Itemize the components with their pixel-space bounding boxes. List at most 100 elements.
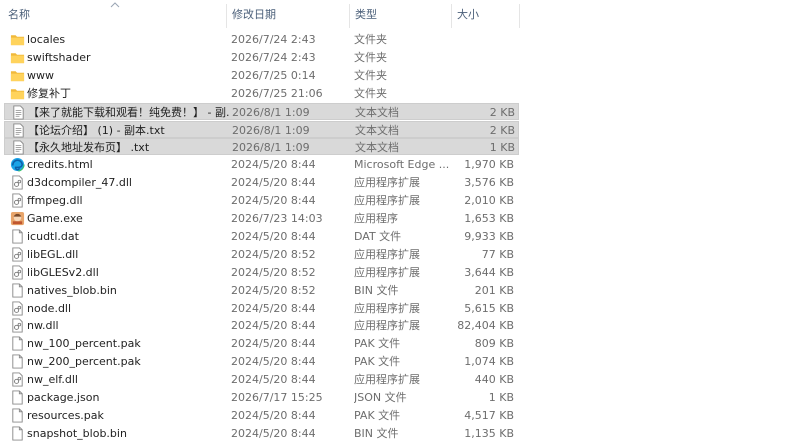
file-row[interactable]: resources.pak 2024/5/20 8:44 PAK 文件 4,517 K…: [4, 407, 519, 424]
file-size: 2 KB: [489, 105, 515, 119]
file-type: 应用程序扩展: [354, 247, 420, 261]
file-size: 82,404 KB: [457, 319, 514, 333]
file-type: Microsoft Edge ...: [354, 158, 450, 172]
column-divider[interactable]: [451, 4, 452, 28]
file-modified-date: 2024/5/20 8:52: [231, 247, 316, 261]
dll-file-icon: [10, 300, 25, 316]
file-modified-date: 2024/5/20 8:44: [231, 426, 316, 440]
file-name: natives_blob.bin: [27, 283, 117, 297]
file-type: DAT 文件: [354, 229, 402, 243]
file-modified-date: 2026/7/24 2:43: [231, 50, 316, 64]
file-row[interactable]: nw_200_percent.pak 2024/5/20 8:44 PAK 文件 1,…: [4, 353, 519, 370]
blank-file-icon: [10, 229, 25, 244]
blank-file-icon: [10, 426, 25, 441]
text-file-icon: [11, 105, 26, 120]
file-row[interactable]: Game.exe 2026/7/23 14:03 应用程序 1,653 KB: [4, 210, 519, 227]
dll-file-icon: [10, 247, 25, 262]
dll-file-icon: [10, 372, 25, 387]
file-modified-date: 2026/7/24 2:43: [231, 33, 316, 46]
file-size: 5,615 KB: [464, 301, 514, 315]
file-size: [453, 49, 514, 66]
file-name: icudtl.dat: [27, 229, 79, 243]
game-exe-icon: [10, 211, 25, 226]
file-size: [453, 67, 514, 84]
file-modified-date: 2024/5/20 8:44: [231, 319, 316, 333]
file-row[interactable]: nw_elf.dll 2024/5/20 8:44 应用程序扩展 440 KB: [4, 371, 519, 388]
file-modified-date: 2024/5/20 8:44: [231, 229, 316, 243]
folder-icon: [10, 86, 25, 101]
file-row[interactable]: icudtl.dat 2024/5/20 8:44 DAT 文件 9,933 KB: [4, 228, 519, 245]
file-modified-date: 2026/7/17 15:25: [231, 391, 323, 404]
file-size: 1,970 KB: [464, 158, 514, 172]
file-modified-date: 2024/5/20 8:44: [231, 337, 316, 351]
file-size: 2,010 KB: [464, 194, 514, 208]
column-header-date[interactable]: 修改日期: [232, 0, 347, 30]
file-size: 809 KB: [474, 337, 514, 351]
column-divider[interactable]: [519, 4, 520, 28]
file-row[interactable]: www 2026/7/25 0:14 文件夹: [4, 67, 519, 84]
blank-file-icon: [10, 390, 25, 405]
file-name: node.dll: [27, 301, 72, 315]
dll-file-icon: [10, 265, 25, 280]
file-size: 1,653 KB: [464, 212, 514, 225]
file-row[interactable]: 【论坛介绍】 (1) - 副本.txt 2026/8/1 1:09 文本文档 2 KB: [4, 120, 519, 138]
file-size: 1 KB: [488, 391, 514, 404]
blank-file-icon: [10, 336, 25, 351]
file-row[interactable]: package.json 2026/7/17 15:25 JSON 文件 1 KB: [4, 389, 519, 406]
column-header-name[interactable]: 名称: [8, 0, 223, 30]
file-type: 应用程序扩展: [354, 319, 420, 333]
file-type: 文本文档: [355, 105, 399, 119]
file-row[interactable]: 【来了就能下载和观看！纯免费！】 - 副... 2026/8/1 1:09 文本文档…: [4, 102, 519, 120]
file-type: 应用程序扩展: [354, 301, 420, 315]
text-file-icon: [11, 140, 26, 155]
file-size: [453, 31, 514, 48]
file-row[interactable]: ffmpeg.dll 2024/5/20 8:44 应用程序扩展 2,010 KB: [4, 192, 519, 209]
file-name: snapshot_blob.bin: [27, 426, 127, 440]
file-row[interactable]: natives_blob.bin 2024/5/20 8:52 BIN 文件 201 …: [4, 282, 519, 299]
file-row[interactable]: credits.html 2024/5/20 8:44 Microsoft Edge…: [4, 156, 519, 173]
file-row[interactable]: 修复补丁 2026/7/25 21:06 文件夹: [4, 85, 519, 102]
file-row[interactable]: nw_100_percent.pak 2024/5/20 8:44 PAK 文件 80…: [4, 335, 519, 352]
file-size: 440 KB: [474, 373, 514, 387]
file-row[interactable]: 【永久地址发布页】 .txt 2026/8/1 1:09 文本文档 1 KB: [4, 138, 519, 156]
file-type: 文件夹: [354, 50, 387, 64]
file-modified-date: 2024/5/20 8:44: [231, 176, 316, 190]
file-modified-date: 2024/5/20 8:44: [231, 373, 316, 387]
file-name: nw_100_percent.pak: [27, 337, 141, 351]
file-row[interactable]: snapshot_blob.bin 2024/5/20 8:44 BIN 文件 1,1…: [4, 425, 519, 442]
file-name: ffmpeg.dll: [27, 194, 83, 208]
column-header-size[interactable]: 大小: [457, 0, 517, 30]
file-type: PAK 文件: [354, 408, 401, 422]
file-type: PAK 文件: [354, 355, 401, 369]
file-type: 应用程序: [354, 212, 398, 225]
file-type: 应用程序扩展: [354, 194, 420, 208]
file-type: BIN 文件: [354, 426, 399, 440]
column-divider[interactable]: [226, 4, 227, 28]
file-size: 9,933 KB: [464, 229, 514, 243]
file-modified-date: 2026/7/25 0:14: [231, 68, 316, 82]
file-row[interactable]: nw.dll 2024/5/20 8:44 应用程序扩展 82,404 KB: [4, 317, 519, 334]
file-type: 应用程序扩展: [354, 373, 420, 387]
file-row[interactable]: locales 2026/7/24 2:43 文件夹: [4, 31, 519, 48]
file-modified-date: 2026/7/23 14:03: [231, 212, 323, 225]
folder-icon: [10, 68, 25, 83]
file-type: JSON 文件: [354, 391, 407, 404]
file-row[interactable]: node.dll 2024/5/20 8:44 应用程序扩展 5,615 KB: [4, 300, 519, 317]
blank-file-icon: [10, 408, 25, 423]
file-name: 【论坛介绍】 (1) - 副本.txt: [28, 123, 165, 137]
file-name: libGLESv2.dll: [27, 265, 99, 279]
file-size: 1,074 KB: [464, 355, 514, 369]
file-row[interactable]: d3dcompiler_47.dll 2024/5/20 8:44 应用程序扩展 3,…: [4, 174, 519, 191]
file-row[interactable]: swiftshader 2026/7/24 2:43 文件夹: [4, 49, 519, 66]
file-size: 1 KB: [489, 141, 515, 155]
file-name: nw_200_percent.pak: [27, 355, 141, 369]
file-row[interactable]: libGLESv2.dll 2024/5/20 8:52 应用程序扩展 3,644 K…: [4, 264, 519, 281]
blank-file-icon: [10, 354, 25, 369]
column-header-type[interactable]: 类型: [355, 0, 450, 30]
file-type: 文件夹: [354, 68, 387, 82]
file-row[interactable]: libEGL.dll 2024/5/20 8:52 应用程序扩展 77 KB: [4, 246, 519, 263]
column-divider[interactable]: [349, 4, 350, 28]
file-name: Game.exe: [27, 212, 83, 225]
file-name: d3dcompiler_47.dll: [27, 176, 132, 190]
file-modified-date: 2024/5/20 8:44: [231, 194, 316, 208]
